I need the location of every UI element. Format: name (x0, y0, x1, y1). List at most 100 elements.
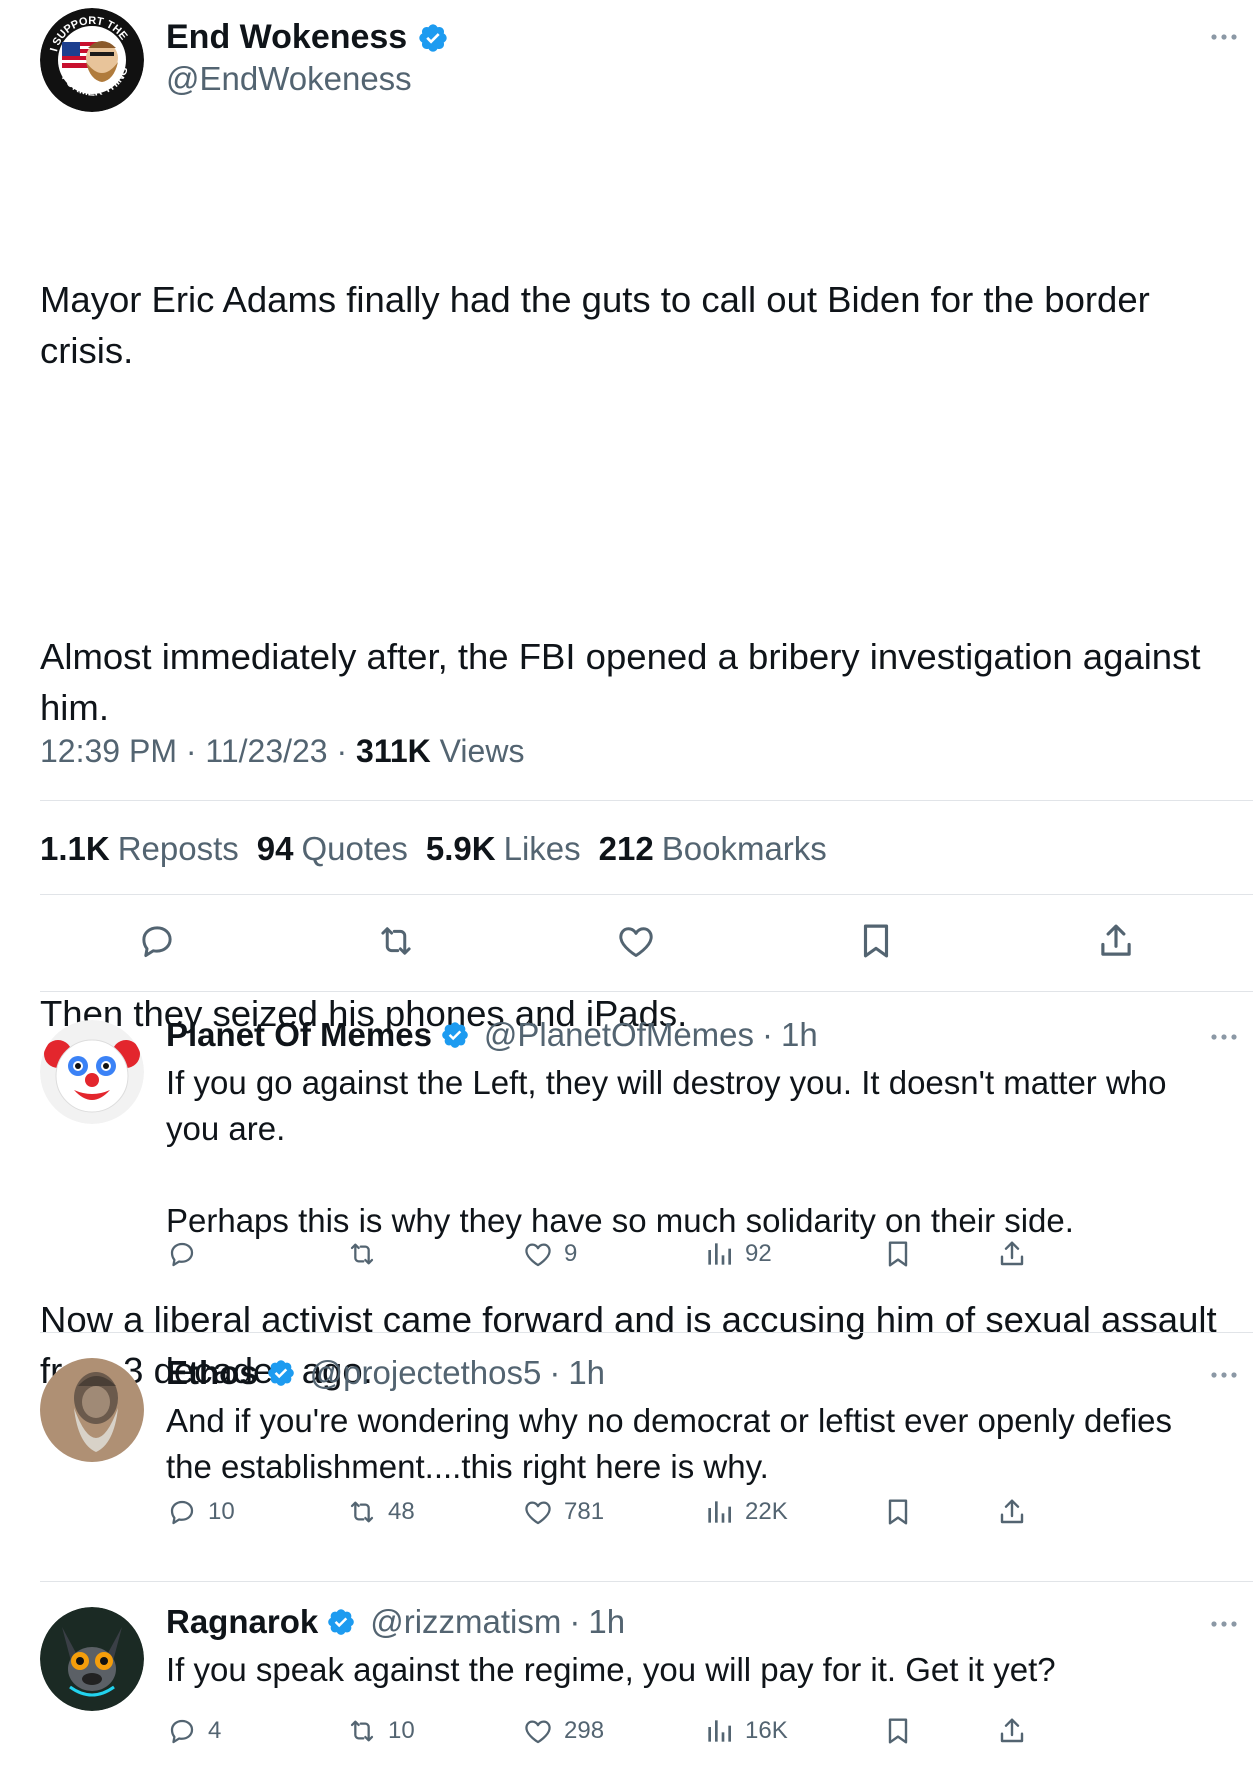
repost-icon (346, 1715, 378, 1747)
separator: · (569, 1603, 581, 1640)
repost-icon (346, 1238, 378, 1270)
views-icon (703, 1496, 735, 1528)
reply-header: Planet Of Memes @PlanetOfMemes · 1h (166, 1016, 818, 1054)
engagement-stats: 1.1K Reposts 94 Quotes 5.9K Likes 212 Bookma… (40, 830, 827, 868)
divider (40, 894, 1253, 895)
repost-button[interactable] (346, 1238, 388, 1270)
like-button[interactable]: 298 (522, 1715, 604, 1747)
bookmark-icon (882, 1715, 914, 1747)
tweet-paragraph: Almost immediately after, the FBI opened… (40, 636, 1211, 728)
author-handle[interactable]: @EndWokeness (166, 60, 412, 98)
clown-face-icon (40, 1020, 144, 1124)
avatar[interactable] (40, 1358, 144, 1462)
views-button[interactable]: 92 (703, 1238, 772, 1270)
share-button[interactable] (996, 1496, 1028, 1528)
author-handle[interactable]: @projectethos5 (310, 1354, 542, 1392)
bookmark-icon (882, 1496, 914, 1528)
reply-count: 10 (208, 1498, 235, 1525)
stat-likes[interactable]: 5.9K Likes (426, 830, 581, 868)
like-icon (522, 1715, 554, 1747)
views-count: 22K (745, 1498, 788, 1525)
reply-icon (166, 1496, 198, 1528)
views-count: 311K (356, 733, 431, 769)
reply-actions: 4 10 298 16K (166, 1715, 1213, 1755)
avatar[interactable]: I SUPPORT THE FORMER THING (40, 8, 144, 112)
bookmark-button[interactable] (882, 1715, 914, 1747)
like-count: 9 (564, 1240, 578, 1267)
reply-header: Ragnarok @rizzmatism · 1h (166, 1603, 625, 1641)
like-button[interactable]: 9 (522, 1238, 577, 1270)
repost-icon[interactable] (375, 920, 419, 964)
tweet-paragraph: Mayor Eric Adams finally had the guts to… (40, 279, 1160, 371)
more-options-icon[interactable] (1209, 1617, 1239, 1629)
separator: · (549, 1354, 561, 1391)
author-display-name[interactable]: Ethos (166, 1354, 258, 1392)
reply-icon[interactable] (136, 920, 180, 964)
author-name-row[interactable]: End Wokeness (166, 18, 449, 57)
verified-badge-icon (417, 22, 449, 54)
share-button[interactable] (996, 1238, 1028, 1270)
author-display-name[interactable]: Ragnarok (166, 1603, 318, 1641)
reply-header: Ethos @projectethos5 · 1h (166, 1354, 605, 1392)
reply-text: If you go against the Left, they will de… (166, 1064, 1167, 1239)
more-options-icon[interactable] (1209, 30, 1239, 42)
divider (40, 991, 1253, 992)
avatar[interactable] (40, 1607, 144, 1711)
author-display-name[interactable]: Planet Of Memes (166, 1016, 432, 1054)
tweet-date[interactable]: 11/23/23 (205, 733, 327, 769)
views-label: Views (439, 733, 525, 769)
separator: · (762, 1016, 774, 1053)
reply-button[interactable] (166, 1238, 208, 1270)
verified-badge-icon (440, 1020, 470, 1050)
stat-reposts[interactable]: 1.1K Reposts (40, 830, 239, 868)
reply-time[interactable]: 1h (568, 1354, 605, 1392)
support-former-thing-logo-icon: I SUPPORT THE FORMER THING (40, 8, 144, 112)
stat-quotes[interactable]: 94 Quotes (257, 830, 408, 868)
divider (40, 800, 1253, 801)
reply-text: And if you're wondering why no democrat … (166, 1402, 1182, 1485)
avatar[interactable] (40, 1020, 144, 1124)
tweet-actions (40, 920, 1233, 980)
views-count: 92 (745, 1240, 772, 1267)
author-display-name[interactable]: End Wokeness (166, 18, 407, 57)
author-handle[interactable]: @PlanetOfMemes (484, 1016, 754, 1054)
reply-icon (166, 1238, 198, 1270)
reply-count: 4 (208, 1717, 222, 1744)
bookmark-button[interactable] (882, 1238, 914, 1270)
bookmark-icon[interactable] (855, 920, 899, 964)
like-button[interactable]: 781 (522, 1496, 604, 1528)
more-options-icon[interactable] (1209, 1030, 1239, 1042)
views-icon (703, 1715, 735, 1747)
like-icon[interactable] (615, 920, 659, 964)
stat-bookmarks[interactable]: 212 Bookmarks (599, 830, 827, 868)
bookmark-button[interactable] (882, 1496, 914, 1528)
more-options-icon[interactable] (1209, 1368, 1239, 1380)
divider (40, 1332, 1253, 1333)
repost-button[interactable]: 48 (346, 1496, 415, 1528)
share-icon (996, 1238, 1028, 1270)
repost-button[interactable]: 10 (346, 1715, 415, 1747)
reply-time[interactable]: 1h (781, 1016, 818, 1054)
reply-button[interactable]: 10 (166, 1496, 235, 1528)
views-icon (703, 1238, 735, 1270)
share-button[interactable] (996, 1715, 1028, 1747)
tweet-time[interactable]: 12:39 PM (40, 733, 177, 769)
share-icon (996, 1496, 1028, 1528)
reply-icon (166, 1715, 198, 1747)
tweet-meta: 12:39 PM · 11/23/23 · 311K Views (40, 733, 525, 769)
views-button[interactable]: 22K (703, 1496, 788, 1528)
bookmark-icon (882, 1238, 914, 1270)
reply-text: If you speak against the regime, you wil… (166, 1651, 1056, 1688)
like-icon (522, 1238, 554, 1270)
share-icon (996, 1715, 1028, 1747)
reply-button[interactable]: 4 (166, 1715, 221, 1747)
divider (40, 1581, 1253, 1582)
share-icon[interactable] (1095, 920, 1139, 964)
repost-count: 48 (388, 1498, 415, 1525)
repost-icon (346, 1496, 378, 1528)
views-button[interactable]: 16K (703, 1715, 788, 1747)
author-handle[interactable]: @rizzmatism (370, 1603, 561, 1641)
reply-time[interactable]: 1h (588, 1603, 625, 1641)
like-count: 298 (564, 1717, 605, 1744)
cyber-bulldog-icon (40, 1607, 144, 1711)
